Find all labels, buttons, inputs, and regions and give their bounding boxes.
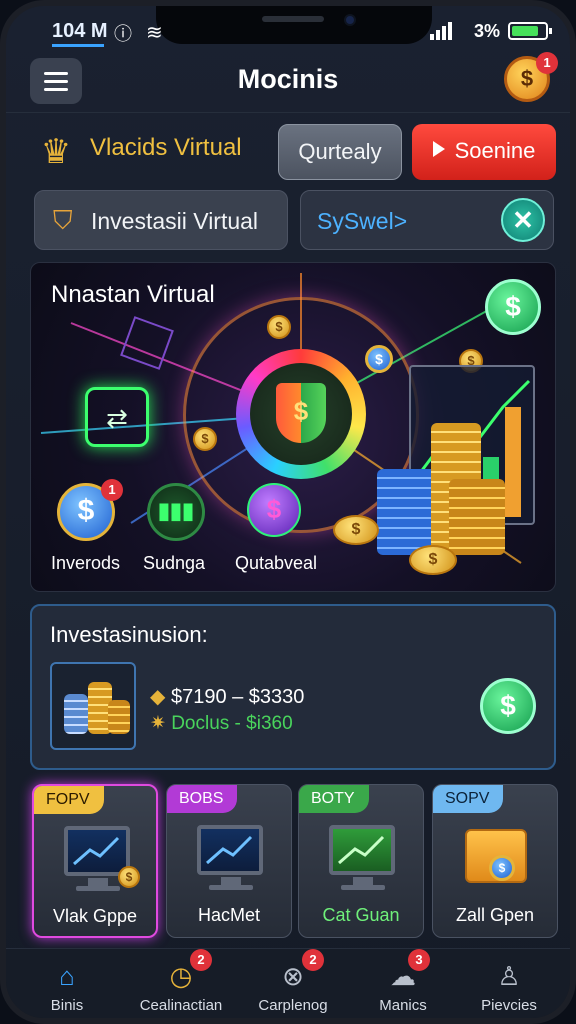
- dollar-coin-icon[interactable]: $: [485, 279, 541, 335]
- card-zall-gpen[interactable]: SOPV $ Zall Gpen: [432, 784, 558, 938]
- start-button[interactable]: Soenine: [412, 124, 556, 180]
- header-divider: [6, 112, 570, 113]
- crown-icon: ♛: [40, 133, 72, 171]
- card-cat-guan[interactable]: BOTY Cat Guan: [298, 784, 424, 938]
- close-icon[interactable]: ✕: [501, 198, 545, 242]
- coin-icon: $: [489, 855, 515, 881]
- time-underline: [52, 44, 104, 47]
- nav-label: Carplenog: [258, 997, 328, 1014]
- summary-title: Investasinusion:: [50, 622, 208, 647]
- blue-coin-stack: [377, 469, 437, 555]
- hero-item-label: Inverods: [51, 553, 121, 573]
- phone-frame: 104 M ⓘ ≋ 3% Mocinis $ 1 ♛ Vlacids Virtu…: [0, 0, 576, 1024]
- card-label: Cat Guan: [322, 905, 400, 925]
- shield-ring: $: [236, 349, 366, 479]
- hero-item-label: Sudnga: [143, 553, 206, 573]
- nav-pievcies[interactable]: ♙ Pievcies: [454, 949, 564, 1018]
- nav-label: Cealinactian: [139, 997, 223, 1014]
- nav-badge: 2: [302, 949, 324, 971]
- info-icon: ⓘ: [114, 24, 132, 44]
- home-icon: ⌂: [59, 961, 75, 991]
- dollar-bubble-icon[interactable]: $: [247, 483, 301, 537]
- status-time: 104 M: [52, 20, 108, 42]
- battery-icon: [508, 22, 552, 40]
- star-icon: ✷: [150, 713, 166, 734]
- bottom-nav: ⌂ Binis ◷ 2 Cealinactian ⊗ 2 Carplenog ☁…: [6, 948, 570, 1018]
- signal-icon: [430, 22, 452, 40]
- card-hacmet[interactable]: BOBS HacMet: [166, 784, 292, 938]
- card-tag: SOPV: [433, 785, 504, 813]
- card-vlak[interactable]: FOPV $ Vlak Gppe: [32, 784, 158, 938]
- investment-button[interactable]: ⛉ Investasii Virtual: [34, 190, 288, 250]
- battery-percent: 3%: [473, 21, 500, 41]
- doclus-value-text: Doclus - $i360: [171, 713, 293, 734]
- card-tag: BOBS: [167, 785, 238, 813]
- nav-badge: 3: [408, 949, 430, 971]
- investment-row: ⛉ Investasii Virtual SySwel> ✕: [28, 190, 554, 250]
- monitor-icon: [329, 825, 395, 875]
- coin-icon: $: [193, 427, 217, 451]
- gold-coin-stack: [449, 479, 505, 555]
- start-button-label: Soenine: [454, 138, 536, 163]
- nav-badge: 2: [190, 949, 212, 971]
- action-row: ♛ Vlacids Virtual Qurtealy Soenine: [28, 124, 556, 180]
- notification-badge: 1: [536, 52, 558, 74]
- exchange-icon[interactable]: ⇄: [85, 387, 149, 447]
- nav-label: Binis: [50, 997, 84, 1014]
- hero-item-label: Qutabveal: [235, 553, 318, 573]
- play-icon: [432, 141, 445, 157]
- app-header: Mocinis $ 1: [6, 52, 570, 110]
- price-range-text: $7190 – $3330: [170, 686, 305, 708]
- card-label: Zall Gpen: [455, 905, 535, 925]
- coin-stack-thumbnail: [50, 662, 136, 750]
- coin-icon: $: [365, 345, 393, 373]
- coin-icon: $: [118, 866, 140, 888]
- coin-icon: $: [267, 315, 291, 339]
- coin-icon: $: [333, 515, 379, 545]
- monitor-icon: [197, 825, 263, 875]
- investment-summary-card[interactable]: Investasinusion: ◆ $7190 – $3330 ✷ Doclu…: [30, 604, 556, 770]
- dollar-shield-icon: $: [276, 383, 326, 443]
- card-tag: FOPV: [34, 786, 104, 814]
- cube-icon: ◆: [150, 686, 166, 708]
- system-field[interactable]: SySwel> ✕: [300, 190, 554, 250]
- quarterly-button[interactable]: Qurtealy: [278, 124, 402, 180]
- nav-binis[interactable]: ⌂ Binis: [12, 949, 122, 1018]
- nav-carplenog[interactable]: ⊗ 2 Carplenog: [238, 949, 348, 1018]
- card-label: Vlak Gppe: [52, 906, 138, 926]
- doclus-value: ✷ Doclus - $i360: [150, 712, 293, 735]
- category-cards: FOPV $ Vlak Gppe BOBS HacMet BOTY Cat Gu…: [32, 784, 558, 940]
- hero-banner: Nnastan Virtual $ ⇄ $ $ $ $ $ $ $ $ 1 ▮▮…: [30, 262, 556, 592]
- wifi-icon: ≋: [146, 22, 163, 44]
- coin-icon: $: [409, 545, 457, 575]
- investment-label: Investasii Virtual: [91, 208, 259, 234]
- status-bar: 104 M ⓘ ≋ 3%: [6, 18, 570, 48]
- shield-icon: ⛉: [53, 205, 73, 235]
- nav-manics[interactable]: ☁ 3 Manics: [348, 949, 458, 1018]
- system-label: SySwel>: [317, 208, 408, 234]
- virtual-label: Vlacids Virtual: [90, 134, 242, 161]
- app-title: Mocinis: [237, 64, 339, 94]
- bar-chart-icon[interactable]: ▮▮▮: [147, 483, 205, 541]
- badge: 1: [101, 479, 123, 501]
- price-range: ◆ $7190 – $3330: [150, 684, 304, 709]
- dollar-coin-button[interactable]: $: [480, 678, 536, 734]
- person-icon: ♙: [497, 961, 521, 991]
- nav-label: Pievcies: [481, 997, 537, 1014]
- card-tag: BOTY: [299, 785, 369, 813]
- nav-cealinactian[interactable]: ◷ 2 Cealinactian: [126, 949, 236, 1018]
- nav-label: Manics: [379, 997, 427, 1014]
- card-label: HacMet: [197, 905, 260, 925]
